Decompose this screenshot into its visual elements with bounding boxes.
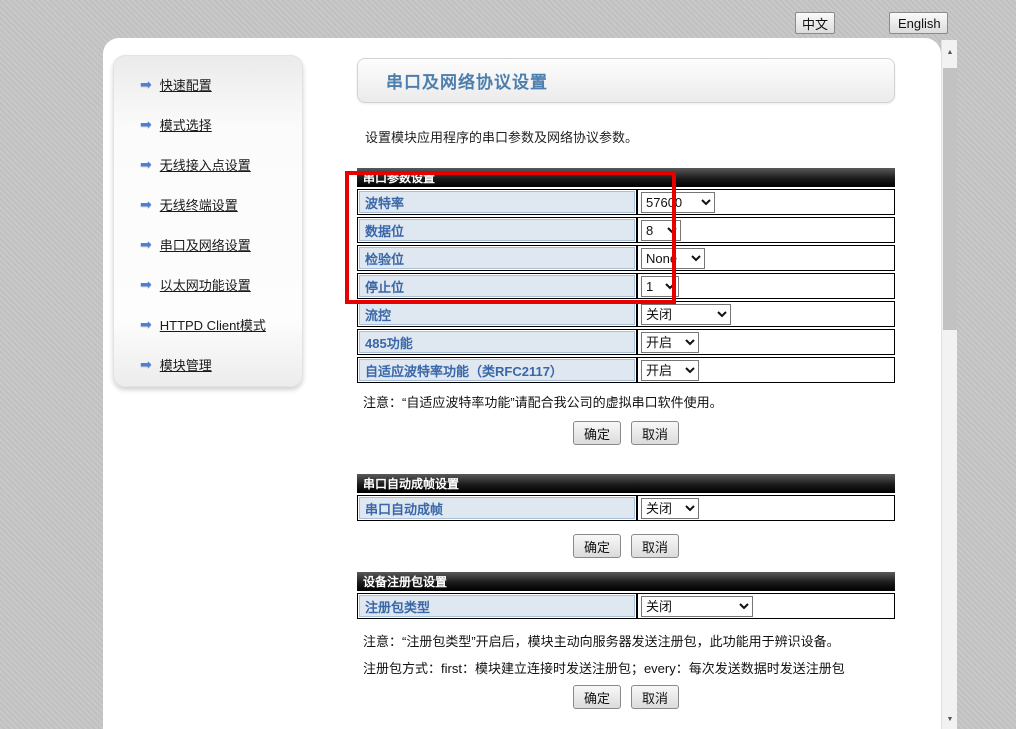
sidebar-item-label: 快速配置 <box>160 75 212 94</box>
content-card: ➡ 快速配置 ➡ 模式选择 ➡ 无线接入点设置 ➡ 无线终端设置 ➡ 串口及网络… <box>103 38 941 729</box>
ok-button[interactable]: 确定 <box>573 421 621 445</box>
sidebar-item-label: 无线接入点设置 <box>160 155 251 174</box>
page-title-box: 串口及网络协议设置 <box>357 58 895 103</box>
arrow-right-icon: ➡ <box>140 117 152 131</box>
register-packet-type-select[interactable]: 关闭 <box>641 596 753 617</box>
arrow-right-icon: ➡ <box>140 157 152 171</box>
arrow-right-icon: ➡ <box>140 77 152 91</box>
ok-button[interactable]: 确定 <box>573 534 621 558</box>
auto-frame-actions: 确定 取消 <box>357 534 895 558</box>
auto-frame-select[interactable]: 关闭 <box>641 498 699 519</box>
language-chinese-button[interactable]: 中文 <box>795 12 835 34</box>
arrow-right-icon: ➡ <box>140 237 152 251</box>
data-bits-select[interactable]: 8 <box>641 220 681 241</box>
main-content: 串口及网络协议设置 设置模块应用程序的串口参数及网络协议参数。 串口参数设置 波… <box>357 38 895 709</box>
table-row: 注册包类型 关闭 <box>357 593 895 619</box>
cancel-button[interactable]: 取消 <box>631 421 679 445</box>
register-note-2: 注册包方式：first：模块建立连接时发送注册包；every：每次发送数据时发送… <box>363 658 895 675</box>
sidebar-item-quick-config[interactable]: ➡ 快速配置 <box>140 75 302 93</box>
table-row: 自适应波特率功能（类RFC2117） 开启 <box>357 357 895 383</box>
scrollbar-thumb[interactable] <box>943 68 957 330</box>
stop-bits-select[interactable]: 1 <box>641 276 679 297</box>
auto-frame-table: 串口自动成帧设置 串口自动成帧 关闭 <box>357 474 895 521</box>
sidebar-item-wireless-ap[interactable]: ➡ 无线接入点设置 <box>140 155 302 173</box>
table-row: 数据位 8 <box>357 217 895 243</box>
register-packet-table: 设备注册包设置 注册包类型 关闭 <box>357 572 895 619</box>
row-label: 自适应波特率功能（类RFC2117） <box>359 359 635 381</box>
sidebar-item-label: 以太网功能设置 <box>160 275 251 294</box>
table-header: 串口自动成帧设置 <box>357 474 895 493</box>
row-label: 数据位 <box>359 219 635 241</box>
table-row: 停止位 1 <box>357 273 895 299</box>
rs485-select[interactable]: 开启 <box>641 332 699 353</box>
table-row: 检验位 None <box>357 245 895 271</box>
page-title: 串口及网络协议设置 <box>386 68 548 93</box>
serial-actions: 确定 取消 <box>357 421 895 445</box>
arrow-right-icon: ➡ <box>140 317 152 331</box>
row-label: 停止位 <box>359 275 635 297</box>
sidebar-item-module-mgmt[interactable]: ➡ 模块管理 <box>140 355 302 373</box>
sidebar-item-serial-network[interactable]: ➡ 串口及网络设置 <box>140 235 302 253</box>
row-label: 流控 <box>359 303 635 325</box>
table-header: 设备注册包设置 <box>357 572 895 591</box>
scroll-up-icon[interactable]: ▲ <box>942 44 958 60</box>
arrow-right-icon: ➡ <box>140 357 152 371</box>
sidebar-item-mode-select[interactable]: ➡ 模式选择 <box>140 115 302 133</box>
sidebar-item-wireless-sta[interactable]: ➡ 无线终端设置 <box>140 195 302 213</box>
ok-button[interactable]: 确定 <box>573 685 621 709</box>
sidebar-item-label: 模块管理 <box>160 355 212 374</box>
sidebar-item-httpd-client[interactable]: ➡ HTTPD Client模式 <box>140 315 302 333</box>
vertical-scrollbar[interactable]: ▲ ▼ <box>941 40 957 729</box>
sidebar-item-label: 串口及网络设置 <box>160 235 251 254</box>
sidebar-item-label: HTTPD Client模式 <box>160 315 266 334</box>
row-label: 485功能 <box>359 331 635 353</box>
cancel-button[interactable]: 取消 <box>631 685 679 709</box>
row-label: 检验位 <box>359 247 635 269</box>
register-actions: 确定 取消 <box>357 685 895 709</box>
row-label: 串口自动成帧 <box>359 497 635 519</box>
row-label: 注册包类型 <box>359 595 635 617</box>
row-label: 波特率 <box>359 191 635 213</box>
table-row: 485功能 开启 <box>357 329 895 355</box>
cancel-button[interactable]: 取消 <box>631 534 679 558</box>
sidebar-item-ethernet[interactable]: ➡ 以太网功能设置 <box>140 275 302 293</box>
sidebar-item-label: 模式选择 <box>160 115 212 134</box>
scroll-down-icon[interactable]: ▼ <box>942 711 958 727</box>
table-row: 波特率 57600 <box>357 189 895 215</box>
flow-control-select[interactable]: 关闭 <box>641 304 731 325</box>
sidebar-menu: ➡ 快速配置 ➡ 模式选择 ➡ 无线接入点设置 ➡ 无线终端设置 ➡ 串口及网络… <box>113 55 303 387</box>
adaptive-baud-select[interactable]: 开启 <box>641 360 699 381</box>
register-note-1: 注意：“注册包类型”开启后，模块主动向服务器发送注册包，此功能用于辨识设备。 <box>363 631 895 648</box>
table-row: 流控 关闭 <box>357 301 895 327</box>
table-header: 串口参数设置 <box>357 168 895 187</box>
baud-rate-select[interactable]: 57600 <box>641 192 715 213</box>
parity-select[interactable]: None <box>641 248 705 269</box>
page-description: 设置模块应用程序的串口参数及网络协议参数。 <box>365 127 895 143</box>
serial-note: 注意：“自适应波特率功能”请配合我公司的虚拟串口软件使用。 <box>363 392 895 409</box>
arrow-right-icon: ➡ <box>140 277 152 291</box>
arrow-right-icon: ➡ <box>140 197 152 211</box>
language-english-button[interactable]: English <box>889 12 948 34</box>
serial-params-table: 串口参数设置 波特率 57600 数据位 8 检验位 None 停止 <box>357 168 895 383</box>
table-row: 串口自动成帧 关闭 <box>357 495 895 521</box>
sidebar-item-label: 无线终端设置 <box>160 195 238 214</box>
